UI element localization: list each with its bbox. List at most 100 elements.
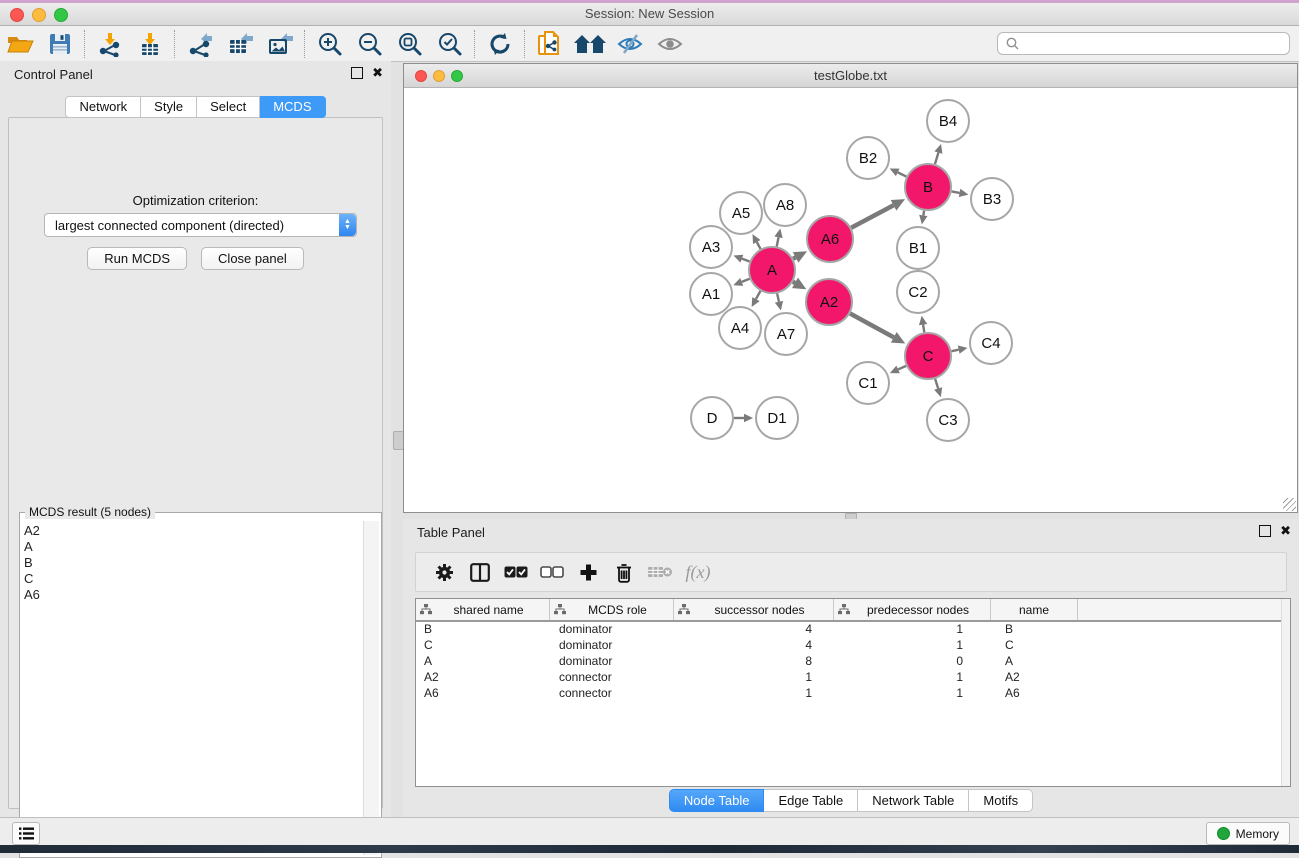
table-cell[interactable]: B (416, 622, 550, 638)
close-panel-icon[interactable]: ✖ (372, 68, 383, 78)
graph-edge-A6-B[interactable] (851, 199, 905, 228)
graph-edge-C-C3[interactable] (934, 379, 942, 397)
export-image-button[interactable] (260, 29, 300, 59)
graph-edge-C-C4[interactable] (952, 346, 968, 354)
float-table-panel-icon[interactable] (1259, 525, 1271, 537)
table-cell[interactable]: B (991, 622, 1078, 638)
float-panel-icon[interactable] (351, 67, 363, 79)
table-cell[interactable]: 1 (834, 670, 991, 686)
clone-network-button[interactable] (530, 29, 570, 59)
table-cell[interactable]: 4 (674, 622, 834, 638)
tab-edge-table[interactable]: Edge Table (764, 789, 858, 812)
table-cell[interactable]: 1 (834, 686, 991, 702)
graph-node-C3[interactable]: C3 (927, 399, 969, 441)
graph-edge-C-C2[interactable] (919, 316, 927, 333)
table-row[interactable]: A6connector11A6 (416, 686, 1290, 702)
graph-edge-A-A8[interactable] (774, 229, 782, 247)
zoom-selected-button[interactable] (430, 29, 470, 59)
graph-edge-A-A2[interactable] (792, 278, 806, 290)
graph-edge-A-A7[interactable] (775, 293, 783, 310)
table-cell[interactable]: 1 (674, 686, 834, 702)
graph-node-A5[interactable]: A5 (720, 192, 762, 234)
graph-node-B3[interactable]: B3 (971, 178, 1013, 220)
table-cell[interactable]: connector (550, 670, 674, 686)
select-all-button[interactable] (498, 557, 534, 587)
graph-edge-B-B4[interactable] (934, 144, 942, 164)
mcds-result-item[interactable]: B (24, 555, 361, 571)
graph-node-A1[interactable]: A1 (690, 273, 732, 315)
graph-edge-A-A6[interactable] (793, 251, 807, 262)
apply-layout-button[interactable] (480, 29, 520, 59)
table-cell[interactable]: dominator (550, 622, 674, 638)
graph-edge-A-A1[interactable] (733, 278, 749, 286)
graph-node-B4[interactable]: B4 (927, 100, 969, 142)
table-row[interactable]: A2connector11A2 (416, 670, 1290, 686)
mcds-result-scrollbar[interactable] (363, 521, 379, 855)
open-session-button[interactable] (0, 29, 40, 59)
node-table[interactable]: shared nameMCDS rolesuccessor nodesprede… (415, 598, 1291, 787)
graph-node-D1[interactable]: D1 (756, 397, 798, 439)
graph-edge-A-A4[interactable] (752, 291, 761, 307)
deselect-all-button[interactable] (534, 557, 570, 587)
table-row[interactable]: Bdominator41B (416, 622, 1290, 638)
table-cell[interactable]: A6 (416, 686, 550, 702)
graph-node-B1[interactable]: B1 (897, 227, 939, 269)
network-window-titlebar[interactable]: testGlobe.txt (404, 64, 1297, 88)
optimization-criterion-select[interactable]: largest connected component (directed) ▲… (44, 213, 357, 237)
column-header-predecessor-nodes[interactable]: predecessor nodes (834, 599, 991, 620)
table-header-row[interactable]: shared nameMCDS rolesuccessor nodesprede… (416, 599, 1290, 622)
graph-edge-D-D1[interactable] (734, 414, 753, 422)
tab-select[interactable]: Select (197, 96, 260, 118)
table-cell[interactable]: 1 (834, 622, 991, 638)
zoom-out-button[interactable] (350, 29, 390, 59)
tab-network-table[interactable]: Network Table (858, 789, 969, 812)
add-column-button[interactable] (570, 557, 606, 587)
table-cell[interactable]: 1 (674, 670, 834, 686)
table-cell[interactable]: dominator (550, 638, 674, 654)
close-table-panel-icon[interactable]: ✖ (1280, 526, 1291, 536)
graph-edge-A-A3[interactable] (733, 255, 749, 263)
graph-node-A8[interactable]: A8 (764, 184, 806, 226)
column-header-MCDS-role[interactable]: MCDS role (550, 599, 674, 620)
delete-column-button[interactable] (606, 557, 642, 587)
graph-node-B[interactable]: B (905, 164, 951, 210)
table-cell[interactable]: 8 (674, 654, 834, 670)
tab-style[interactable]: Style (141, 96, 197, 118)
save-session-button[interactable] (40, 29, 80, 59)
graph-node-A3[interactable]: A3 (690, 226, 732, 268)
hide-selected-button[interactable] (610, 29, 650, 59)
tab-network[interactable]: Network (65, 96, 141, 118)
graph-edge-B-B3[interactable] (952, 189, 969, 197)
show-all-button[interactable] (650, 29, 690, 59)
graph-node-A2[interactable]: A2 (806, 279, 852, 325)
mcds-result-item[interactable]: C (24, 571, 361, 587)
table-settings-button[interactable] (426, 557, 462, 587)
graph-node-B2[interactable]: B2 (847, 137, 889, 179)
table-cell[interactable]: A (416, 654, 550, 670)
table-cell[interactable]: A2 (991, 670, 1078, 686)
column-header-name[interactable]: name (991, 599, 1078, 620)
graph-node-D[interactable]: D (691, 397, 733, 439)
reset-views-button[interactable] (570, 29, 610, 59)
graph-edge-B-B2[interactable] (890, 168, 907, 176)
export-table-button[interactable] (220, 29, 260, 59)
run-mcds-button[interactable]: Run MCDS (87, 247, 187, 270)
search-field[interactable] (997, 32, 1290, 55)
mcds-result-item[interactable]: A2 (24, 523, 361, 539)
graph-edge-C-C1[interactable] (890, 366, 906, 374)
column-header-shared-name[interactable]: shared name (416, 599, 550, 620)
graph-node-C[interactable]: C (905, 333, 951, 379)
graph-edge-B-B1[interactable] (919, 211, 927, 225)
zoom-fit-button[interactable] (390, 29, 430, 59)
mcds-result-list[interactable]: A2ABCA6 (24, 523, 361, 853)
split-panel-button[interactable] (462, 557, 498, 587)
export-network-button[interactable] (180, 29, 220, 59)
table-body[interactable]: Bdominator41BCdominator41CAdominator80AA… (416, 622, 1290, 702)
window-resize-grip[interactable] (1283, 498, 1296, 511)
network-graph[interactable]: B4B2BB3A5A8A6B1A3AA1C2A2A4A7C4CC1C3DD1 (404, 88, 1297, 512)
tab-node-table[interactable]: Node Table (669, 789, 765, 812)
table-cell[interactable]: 4 (674, 638, 834, 654)
graph-node-A4[interactable]: A4 (719, 307, 761, 349)
table-cell[interactable]: A2 (416, 670, 550, 686)
import-network-button[interactable] (90, 29, 130, 59)
